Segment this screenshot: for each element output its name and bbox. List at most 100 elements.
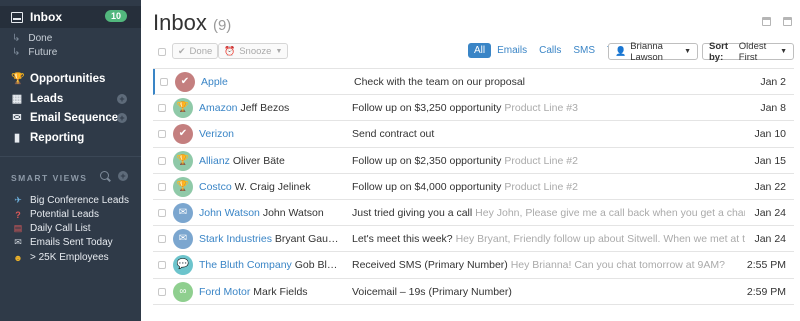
chevron-down-icon: ▼ (275, 47, 283, 55)
row-time: 2:55 PM (746, 259, 786, 272)
snooze-button[interactable]: ⏰ Snooze ▼ (218, 43, 289, 59)
filter-calls[interactable]: Calls (533, 43, 567, 58)
row-preview: Product Line #2 (504, 154, 578, 167)
row-time: Jan 10 (754, 128, 786, 141)
row-subject: Received SMS (Primary Number) (352, 259, 508, 272)
sidebar-item-inbox[interactable]: Inbox 10 (0, 6, 141, 28)
filter-sms[interactable]: SMS (567, 43, 601, 58)
row-checkbox[interactable] (158, 235, 166, 244)
inbox-row[interactable]: ✉ Stark Industries Bryant Gau… Let's mee… (153, 226, 794, 253)
sidebar-item-email-sequences[interactable]: ✉ Email Sequences + (11, 111, 131, 124)
company-link[interactable]: Amazon (199, 102, 238, 114)
sidebar-item-label: Done (28, 33, 53, 44)
sidebar-item-future[interactable]: ↳ Future (12, 47, 57, 58)
sidebar-item-reporting[interactable]: ▮ Reporting (11, 131, 131, 145)
row-checkbox[interactable] (158, 130, 166, 139)
select-all-checkbox[interactable] (158, 48, 166, 56)
filter-emails[interactable]: Emails (491, 43, 533, 58)
smart-view-item[interactable]: ✉ Emails Sent Today (12, 237, 113, 248)
smart-view-item[interactable]: ? Potential Leads (12, 209, 99, 220)
row-what: Follow up on $2,350 opportunity Product … (352, 155, 745, 167)
user-select[interactable]: 👤 Brianna Lawson ▼ (608, 40, 698, 63)
opportunity-icon: 🏆 (173, 98, 193, 119)
row-preview: Hey John, Please give me a call back whe… (475, 206, 745, 219)
row-time: Jan 15 (754, 154, 786, 167)
row-preview: Hey Brianna! Can you chat tomorrow at 9A… (510, 259, 725, 272)
inbox-row[interactable]: 🏆 Allianz Oliver Bäte Follow up on $2,35… (153, 148, 794, 174)
contact-name: John Watson (262, 206, 324, 219)
row-subject: Follow up on $2,350 opportunity (352, 154, 502, 167)
company-link[interactable]: John Watson (199, 207, 260, 219)
row-subject: Send contract out (352, 128, 435, 141)
done-button[interactable]: ✔ Done (172, 43, 219, 59)
company-link[interactable]: Stark Industries (199, 233, 272, 245)
inbox-row[interactable]: ✉ John Watson John Watson Just tried giv… (153, 200, 794, 227)
inbox-row[interactable]: 💬 The Bluth Company Gob Bl… Received SMS… (153, 252, 794, 279)
sidebar-divider (0, 156, 141, 157)
row-checkbox[interactable] (158, 104, 166, 113)
inbox-row[interactable]: ∞ Ford Motor Mark Fields Voicemail – 19s… (153, 279, 794, 305)
add-lead-icon[interactable]: + (117, 93, 127, 104)
company-link[interactable]: Allianz (199, 155, 230, 167)
smart-view-item[interactable]: ☻ > 25K Employees (12, 252, 109, 263)
calendar-range-icon[interactable] (783, 17, 792, 26)
row-what: Let's meet this week? Hey Bryant, Friend… (352, 233, 745, 245)
row-checkbox[interactable] (158, 182, 166, 191)
row-checkbox[interactable] (158, 156, 166, 165)
sub-arrow-icon: ↳ (12, 33, 21, 44)
row-preview: Hey Bryant, Friendly follow up about Sit… (455, 233, 745, 246)
row-checkbox[interactable] (158, 208, 166, 217)
row-time: Jan 8 (760, 102, 786, 115)
inbox-row[interactable]: 🏆 Costco W. Craig Jelinek Follow up on $… (153, 174, 794, 200)
smart-view-item[interactable]: ✈ Big Conference Leads (12, 195, 129, 206)
inbox-row[interactable]: 🏆 Amazon Jeff Bezos Follow up on $3,250 … (153, 95, 794, 122)
sort-select[interactable]: Sort by: Oldest First ▼ (702, 40, 794, 63)
smart-view-label: Emails Sent Today (30, 237, 113, 248)
row-what: Check with the team on our proposal (354, 76, 747, 88)
sidebar-item-leads[interactable]: ▦ Leads + (11, 92, 131, 105)
sidebar-item-label: Inbox (30, 10, 62, 24)
done-button-label: Done (189, 45, 213, 57)
row-checkbox[interactable] (160, 78, 168, 86)
calendar-icon[interactable] (762, 17, 771, 26)
sidebar: Inbox 10 ↳ Done ↳ Future 🏆 Opportunities… (0, 0, 141, 321)
question-icon: ? (15, 209, 21, 220)
sub-arrow-icon: ↳ (12, 47, 21, 58)
company-link[interactable]: Apple (201, 76, 228, 88)
row-preview: Product Line #3 (504, 102, 578, 115)
row-checkbox[interactable] (158, 287, 166, 296)
contact-name: Bryant Gau… (274, 233, 339, 246)
row-subject: Follow up on $3,250 opportunity (352, 102, 502, 115)
company-link[interactable]: Verizon (199, 128, 234, 140)
inbox-row[interactable]: ✔ Apple Check with the team on our propo… (153, 69, 794, 96)
company-link[interactable]: The Bluth Company (199, 259, 292, 271)
row-subject: Voicemail – 19s (Primary Number) (352, 285, 512, 298)
add-smart-view-icon[interactable]: + (118, 171, 128, 181)
user-select-value: Brianna Lawson (630, 40, 663, 63)
smart-view-label: > 25K Employees (30, 252, 109, 263)
search-icon[interactable] (100, 171, 109, 180)
filter-all[interactable]: All (468, 43, 492, 58)
inbox-row[interactable]: ✔ Verizon Send contract out Jan 10 (153, 121, 794, 148)
sidebar-item-done[interactable]: ↳ Done (12, 33, 52, 44)
smart-view-item[interactable]: ▤ Daily Call List (12, 223, 91, 234)
sidebar-item-opportunities[interactable]: 🏆 Opportunities (11, 72, 131, 86)
row-what: Send contract out (352, 128, 745, 140)
user-icon: 👤 (615, 46, 627, 56)
trophy-icon: 🏆 (11, 73, 25, 85)
company-link[interactable]: Costco (199, 181, 232, 193)
row-checkbox[interactable] (158, 261, 166, 270)
inbox-icon (11, 11, 23, 23)
task-icon: ✔ (175, 72, 195, 92)
add-sequence-icon[interactable]: + (117, 112, 127, 123)
row-what: Follow up on $3,250 opportunity Product … (352, 102, 745, 114)
sort-select-value: Oldest First (738, 40, 767, 63)
chart-icon: ▮ (13, 132, 21, 144)
contact-name: Oliver Bäte (232, 154, 285, 167)
row-who: Allianz Oliver Bäte (199, 155, 343, 167)
company-link[interactable]: Ford Motor (199, 286, 250, 298)
contact-name: Gob Bl… (294, 259, 338, 272)
airplane-icon: ✈ (14, 195, 22, 205)
email-icon: ✉ (173, 229, 193, 250)
snooze-button-label: Snooze (239, 45, 272, 57)
